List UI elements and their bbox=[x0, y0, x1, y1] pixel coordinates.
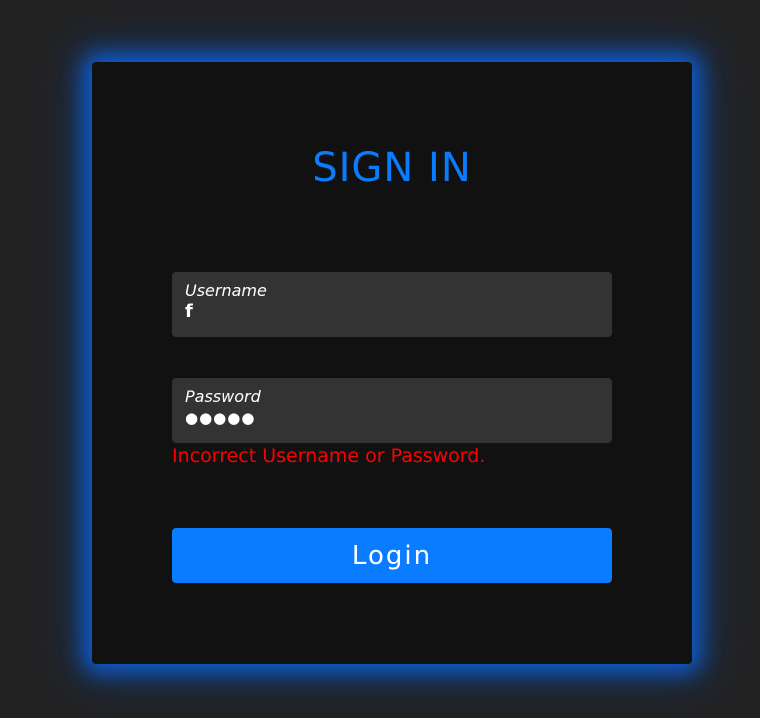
password-field[interactable]: Password ●●●●● bbox=[172, 378, 612, 443]
login-card: SIGN IN Username f Password ●●●●● Incorr… bbox=[92, 62, 692, 664]
password-input[interactable]: ●●●●● bbox=[185, 407, 599, 429]
error-message: Incorrect Username or Password. bbox=[172, 445, 486, 467]
login-button[interactable]: Login bbox=[172, 528, 612, 583]
page-title: SIGN IN bbox=[312, 145, 472, 191]
username-field[interactable]: Username f bbox=[172, 272, 612, 337]
username-input[interactable]: f bbox=[185, 301, 599, 323]
username-label: Username bbox=[185, 281, 267, 300]
password-label: Password bbox=[185, 387, 261, 406]
